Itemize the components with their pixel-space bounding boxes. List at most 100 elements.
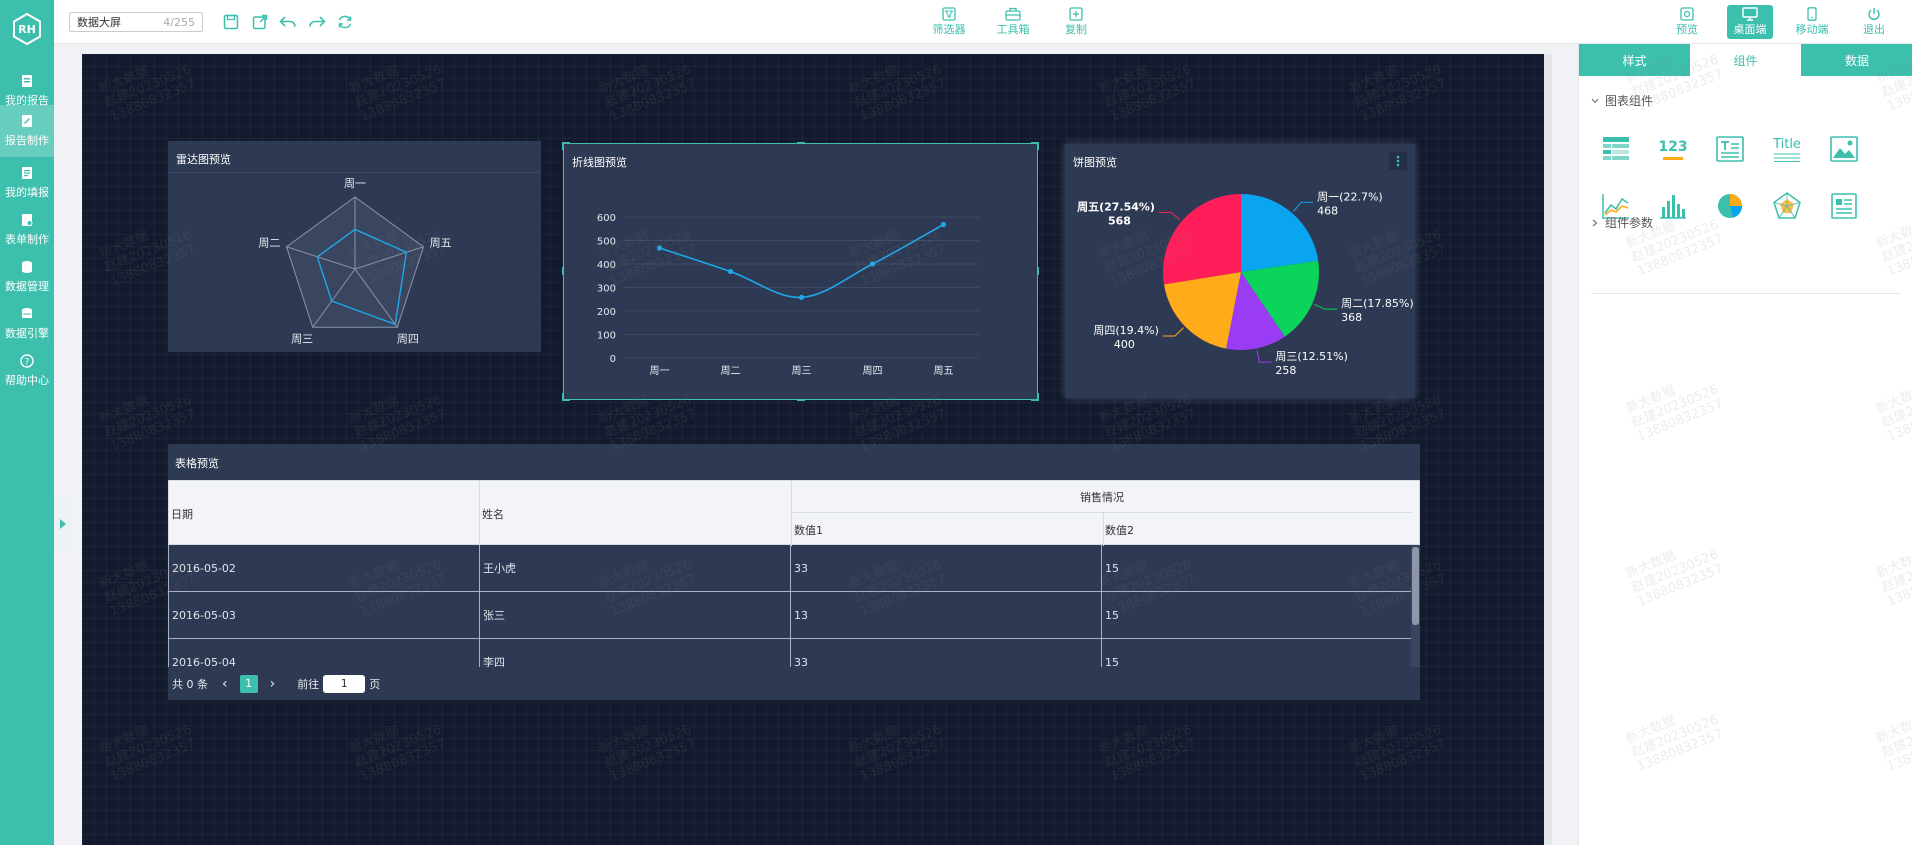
report-name-input[interactable]: 数据大屏 4/255 <box>69 12 203 32</box>
radar-chart-component-icon[interactable] <box>1770 189 1804 223</box>
toolbox-button[interactable]: 工具箱 <box>988 7 1038 39</box>
desktop-label: 桌面端 <box>1733 23 1767 36</box>
pie-chart-panel[interactable]: 饼图预览 周一(22.7%) 468 周二(17.85%) 368 周三(12.51%)… <box>1065 144 1415 398</box>
table-scrollbar[interactable] <box>1411 545 1420 667</box>
dashboard-canvas[interactable]: 雷达图预览 周一 周五 周四 周三 周二 折线图预览 0 100 200 300 400 500 6… <box>82 54 1544 845</box>
card-component-icon[interactable] <box>1827 189 1861 223</box>
undo-icon[interactable] <box>277 11 299 33</box>
table-panel[interactable]: 表格预览 日期 姓名 销售情况 数值1 数值2 2016-05-02 王小虎 3… <box>168 444 1420 700</box>
canvas-scrollbar[interactable] <box>1544 54 1552 845</box>
line-y-tick-label: 0 <box>610 354 616 365</box>
watermark-text: 新大数据 赵建20230526 13880832357 <box>1623 712 1726 775</box>
number-component-underline <box>1663 156 1683 160</box>
line-x-tick-label: 周五 <box>934 365 954 377</box>
watermark-text: 新大数据 赵建20230526 13880832357 <box>346 722 449 785</box>
app-logo[interactable]: RH <box>8 10 46 48</box>
sidebar-item-help-center[interactable]: ? 帮助中心 <box>0 345 54 397</box>
watermark-text: 新大数据 赵建20230526 13880832357 <box>1096 62 1199 125</box>
power-icon <box>1868 8 1880 21</box>
table-row[interactable]: 2016-05-03 张三 13 15 <box>169 592 1411 639</box>
sidebar-item-label: 数据引擎 <box>5 327 49 340</box>
page-number-current[interactable]: 1 <box>239 674 258 693</box>
table-row[interactable]: 2016-05-04 李四 33 15 <box>169 639 1411 667</box>
pie-chart-component-icon[interactable] <box>1713 189 1747 223</box>
line-y-tick-label: 500 <box>597 237 616 248</box>
pie-label-value: 400 <box>1114 338 1135 351</box>
title-component-icon[interactable]: Title <box>1770 132 1804 166</box>
chart-components-section[interactable]: 图表组件 <box>1591 92 1653 109</box>
pie-label-line <box>1158 211 1181 221</box>
resize-handle-bottom[interactable] <box>797 393 805 401</box>
goto-page-input[interactable]: 1 <box>323 674 366 693</box>
resize-handle-right[interactable] <box>1031 267 1039 275</box>
resize-handle-bottom-left[interactable] <box>562 393 570 401</box>
chevron-right-icon <box>1592 219 1598 226</box>
table-row[interactable]: 2016-05-02 王小虎 33 15 <box>169 545 1411 592</box>
sidebar-item-data-management[interactable]: 数据管理 <box>0 251 54 303</box>
radar-indicator-label: 周一 <box>344 177 366 190</box>
image-component-icon[interactable] <box>1827 132 1861 166</box>
refresh-icon[interactable] <box>334 11 356 33</box>
redo-icon[interactable] <box>306 11 328 33</box>
line-y-tick-label: 400 <box>597 260 616 271</box>
radar-indicator-label: 周五 <box>430 236 452 249</box>
text-component-icon[interactable] <box>1713 132 1747 166</box>
number-component-icon[interactable]: 123 <box>1656 132 1690 166</box>
radar-chart-panel[interactable]: 雷达图预览 周一 周五 周四 周三 周二 <box>168 141 541 352</box>
sidebar-expand-handle[interactable] <box>54 495 72 553</box>
line-chart-panel[interactable]: 折线图预览 0 100 200 300 400 500 600 周一 周二 周三 周四 周五 <box>562 142 1039 401</box>
cell-value1: 33 <box>791 545 1102 592</box>
mobile-icon <box>1807 7 1817 21</box>
watermark-text: 新大数据 赵建20230526 13880832357 <box>1096 722 1199 785</box>
sidebar: RH 我的报告 报告制作 我的填报 表单制作 数据管理 数据引擎 ? 帮助中心 <box>0 0 54 845</box>
table-scrollbar-thumb[interactable] <box>1412 547 1419 625</box>
number-component-text: 123 <box>1658 138 1688 155</box>
resize-handle-top[interactable] <box>797 142 805 150</box>
resize-handle-top-right[interactable] <box>1031 142 1039 150</box>
sidebar-item-report-making[interactable]: 报告制作 <box>0 105 54 157</box>
sidebar-item-form-making[interactable]: 表单制作 <box>0 204 54 256</box>
resize-handle-top-left[interactable] <box>562 142 570 150</box>
resize-handle-left[interactable] <box>562 267 570 275</box>
pie-slice[interactable] <box>1163 194 1241 285</box>
toolbox-label: 工具箱 <box>996 23 1030 36</box>
preview-button[interactable]: 预览 <box>1664 5 1710 39</box>
desktop-button[interactable]: 桌面端 <box>1727 5 1773 39</box>
watermark-text: 新大数据 赵建20230526 13880832357 <box>596 722 699 785</box>
line-point[interactable] <box>727 268 734 275</box>
exit-button[interactable]: 退出 <box>1851 5 1897 39</box>
export-icon[interactable] <box>249 11 271 33</box>
line-point[interactable] <box>869 261 876 267</box>
line-x-tick-label: 周一 <box>650 365 670 377</box>
cell-date: 2016-05-02 <box>169 545 480 592</box>
component-params-section[interactable]: 组件参数 <box>1591 214 1653 231</box>
tab-components[interactable]: 组件 <box>1690 44 1801 76</box>
table-component-icon[interactable] <box>1599 132 1633 166</box>
col-header-group: 销售情况 <box>792 481 1412 513</box>
pie-label-line <box>1313 303 1338 310</box>
line-point[interactable] <box>798 294 805 300</box>
watermark-text: 新大数据 赵建20230526 13880832357 <box>96 722 199 785</box>
tab-style[interactable]: 样式 <box>1579 44 1690 76</box>
next-page-icon[interactable]: › <box>270 676 276 692</box>
radar-indicator-label: 周四 <box>397 333 419 346</box>
sidebar-item-my-fill[interactable]: 我的填报 <box>0 157 54 209</box>
bar-chart-component-icon[interactable] <box>1656 189 1690 223</box>
resize-handle-bottom-right[interactable] <box>1031 393 1039 401</box>
line-point[interactable] <box>656 245 663 251</box>
pie-slice[interactable] <box>1241 194 1319 272</box>
radar-chart: 周一周五周四 周三 周二 <box>258 177 452 346</box>
canvas-area: 雷达图预览 周一 周五 周四 周三 周二 折线图预览 0 100 200 300 400 500 6… <box>54 44 1578 845</box>
prev-page-icon[interactable]: ‹ <box>222 676 228 692</box>
watermark-text: 新大数据 赵建20230526 13880832357 <box>1873 547 1912 610</box>
mobile-button[interactable]: 移动端 <box>1789 5 1835 39</box>
save-icon[interactable] <box>220 11 242 33</box>
report-icon <box>22 75 32 87</box>
tab-data[interactable]: 数据 <box>1801 44 1912 76</box>
filter-tool-button[interactable]: 筛选器 <box>924 7 974 39</box>
line-point[interactable] <box>940 221 947 228</box>
report-name-value: 数据大屏 <box>77 16 121 29</box>
copy-button[interactable]: 复制 <box>1051 7 1101 39</box>
sidebar-item-label: 报告制作 <box>5 134 49 147</box>
sidebar-item-data-engine[interactable]: 数据引擎 <box>0 298 54 350</box>
